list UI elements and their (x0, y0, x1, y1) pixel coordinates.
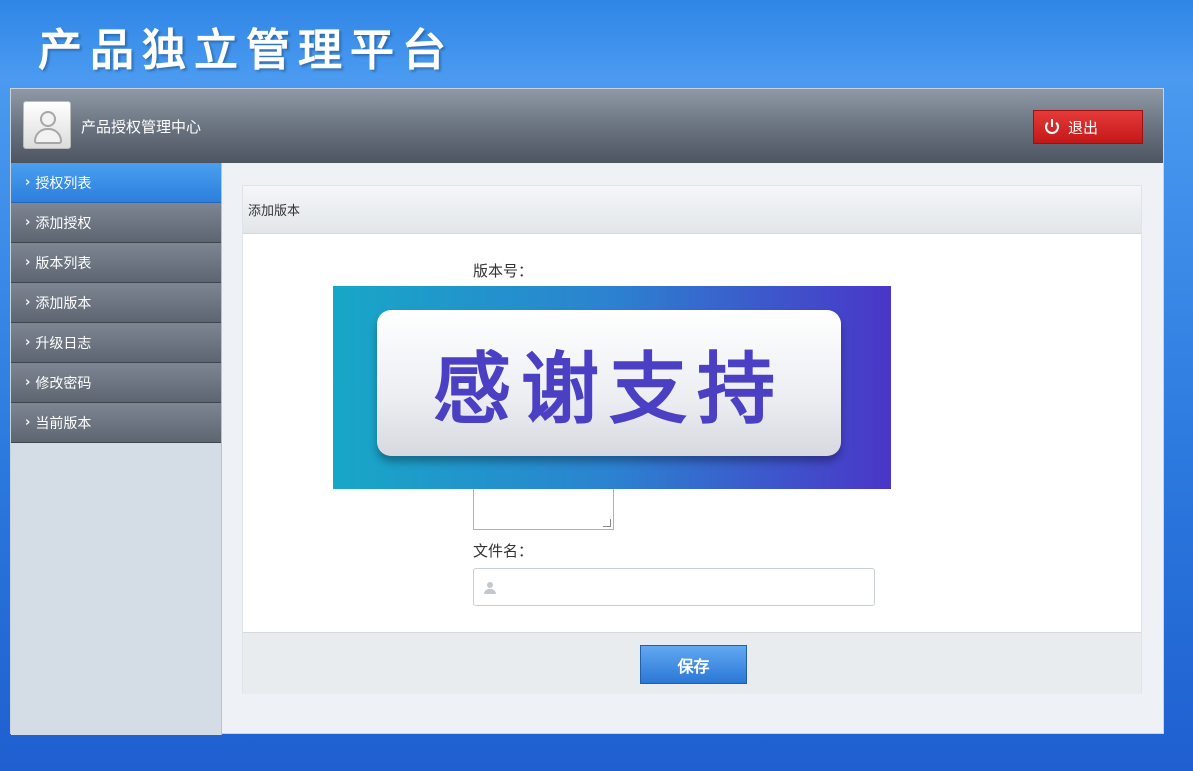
save-button[interactable]: 保存 (640, 645, 747, 684)
file-name-input[interactable] (473, 568, 875, 606)
sidebar-item-upgrade-log[interactable]: › 升级日志 (11, 323, 221, 363)
sidebar-item-add-license[interactable]: › 添加授权 (11, 203, 221, 243)
sidebar-item-label: 升级日志 (35, 335, 92, 352)
avatar (23, 101, 71, 149)
user-icon (40, 111, 56, 127)
logout-button[interactable]: 退出 (1033, 110, 1143, 144)
main-frame: 产品授权管理中心 退出 › 授权列表 › 添加授权 › 版本列表 › 添加版本 … (10, 88, 1164, 735)
chevron-right-icon: › (25, 415, 31, 430)
sidebar-item-label: 修改密码 (35, 375, 92, 392)
panel-footer: 保存 (243, 632, 1141, 694)
sidebar-item-current-version[interactable]: › 当前版本 (11, 403, 221, 443)
sidebar-item-version-list[interactable]: › 版本列表 (11, 243, 221, 283)
sidebar-item-label: 添加授权 (35, 215, 92, 232)
sidebar-item-label: 授权列表 (35, 175, 92, 192)
thanks-banner-image: 感谢支持 (333, 286, 891, 489)
banner-text: 感谢支持 (432, 345, 785, 435)
chevron-right-icon: › (25, 295, 31, 310)
power-icon (1044, 119, 1060, 135)
file-label: 文件名： (473, 542, 534, 560)
panel-title: 添加版本 (243, 186, 1141, 234)
sidebar-item-add-version[interactable]: › 添加版本 (11, 283, 221, 323)
chevron-right-icon: › (25, 215, 31, 230)
logout-label: 退出 (1068, 118, 1099, 137)
user-icon (484, 582, 496, 594)
chevron-right-icon: › (25, 255, 31, 270)
chevron-right-icon: › (25, 335, 31, 350)
chevron-right-icon: › (25, 175, 31, 190)
sidebar-item-label: 当前版本 (35, 415, 92, 432)
version-label: 版本号： (473, 262, 534, 280)
sidebar: › 授权列表 › 添加授权 › 版本列表 › 添加版本 › 升级日志 › 修改密… (11, 163, 222, 735)
sidebar-item-change-password[interactable]: › 修改密码 (11, 363, 221, 403)
add-version-panel: 添加版本 版本号： 感谢支持 文件名： 保存 (242, 185, 1142, 694)
center-title: 产品授权管理中心 (81, 118, 202, 136)
sidebar-item-label: 添加版本 (35, 295, 92, 312)
sidebar-item-label: 版本列表 (35, 255, 92, 272)
sidebar-item-license-list[interactable]: › 授权列表 (11, 163, 221, 203)
top-bar: 产品授权管理中心 退出 (11, 89, 1163, 163)
chevron-right-icon: › (25, 375, 31, 390)
app-title: 产品独立管理平台 (38, 25, 454, 76)
version-textarea[interactable] (473, 486, 614, 530)
